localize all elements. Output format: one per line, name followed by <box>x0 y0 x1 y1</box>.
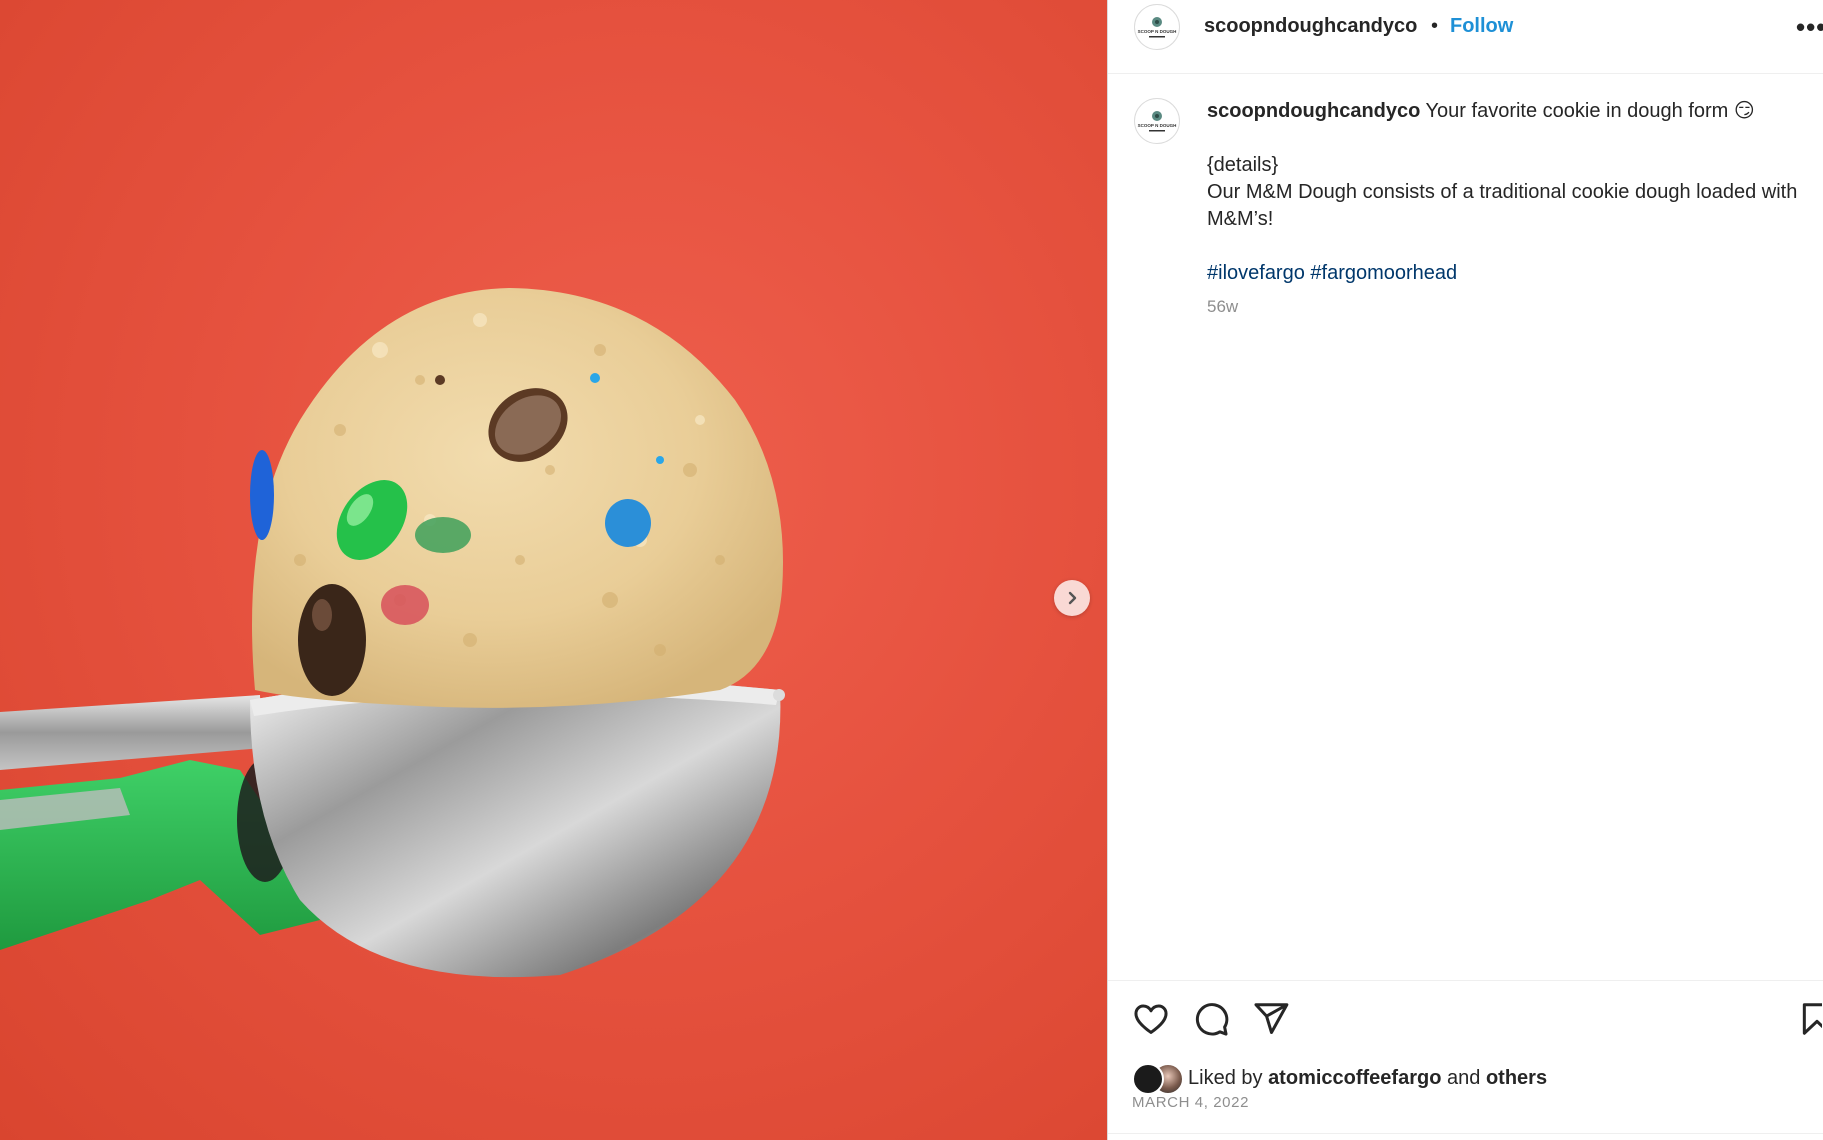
profile-avatar[interactable]: SCOOP N DOUGH <box>1134 4 1180 50</box>
actions-divider <box>1108 980 1823 981</box>
action-bar <box>1132 1000 1822 1044</box>
post-photo <box>0 0 1107 1140</box>
liker-avatar[interactable] <box>1132 1063 1164 1095</box>
caption-body: Our M&M Dough consists of a traditional … <box>1207 181 1798 230</box>
chevron-right-icon <box>1068 591 1077 605</box>
bookmark-icon <box>1802 1003 1822 1035</box>
heart-icon <box>1134 1004 1168 1034</box>
post-caption: scoopndoughcandyco Your favorite cookie … <box>1207 98 1807 320</box>
scoop-n-dough-logo: SCOOP N DOUGH <box>1138 111 1177 132</box>
caption-username[interactable]: scoopndoughcandyco <box>1207 100 1420 122</box>
likes-prefix: Liked by <box>1188 1066 1263 1089</box>
scoop-n-dough-logo: SCOOP N DOUGH <box>1138 17 1177 38</box>
footer-divider <box>1108 1133 1823 1134</box>
caption-text: Your favorite cookie in dough form 😏 <box>1425 100 1755 122</box>
like-button[interactable] <box>1132 1000 1172 1040</box>
more-options-button[interactable]: ••• <box>1796 12 1823 43</box>
likes-others-link[interactable]: others <box>1486 1067 1547 1090</box>
instagram-post-view: SCOOP N DOUGH scoopndoughcandyco • Follo… <box>0 0 1823 1140</box>
caption-first-line: scoopndoughcandyco Your favorite cookie … <box>1207 98 1807 125</box>
liker-username[interactable]: atomiccoffeefargo <box>1268 1067 1441 1090</box>
likes-and: and <box>1447 1066 1481 1089</box>
header-separator-dot: • <box>1431 15 1439 37</box>
comment-button[interactable] <box>1192 1000 1232 1040</box>
post-details-panel: SCOOP N DOUGH scoopndoughcandyco • Follo… <box>1107 0 1823 1140</box>
cookie-dough-scoop-image <box>0 288 785 978</box>
liker-avatars <box>1132 1062 1188 1095</box>
next-photo-button[interactable] <box>1054 580 1090 616</box>
comment-icon <box>1195 1003 1229 1036</box>
header-username[interactable]: scoopndoughcandyco <box>1204 15 1417 38</box>
share-button[interactable] <box>1252 1000 1292 1040</box>
header-divider <box>1108 73 1823 74</box>
svg-text:SCOOP N DOUGH: SCOOP N DOUGH <box>1138 29 1177 34</box>
hashtag-link[interactable]: #fargomoorhead <box>1310 262 1457 284</box>
caption-hashtags: #ilovefargo #fargomoorhead <box>1207 260 1807 287</box>
post-date[interactable]: MARCH 4, 2022 <box>1132 1094 1249 1111</box>
post-age[interactable]: 56w <box>1207 293 1807 320</box>
save-button[interactable] <box>1798 1000 1822 1040</box>
caption-avatar[interactable]: SCOOP N DOUGH <box>1134 98 1180 144</box>
more-horizontal-icon: ••• <box>1796 12 1823 42</box>
likes-summary: Liked by atomiccoffeefargo and others <box>1132 1062 1547 1095</box>
send-icon <box>1254 1003 1289 1034</box>
follow-button[interactable]: Follow <box>1450 15 1513 38</box>
hashtag-link[interactable]: #ilovefargo <box>1207 262 1305 284</box>
svg-text:SCOOP N DOUGH: SCOOP N DOUGH <box>1138 123 1177 128</box>
caption-details-heading: {details} <box>1207 154 1279 176</box>
